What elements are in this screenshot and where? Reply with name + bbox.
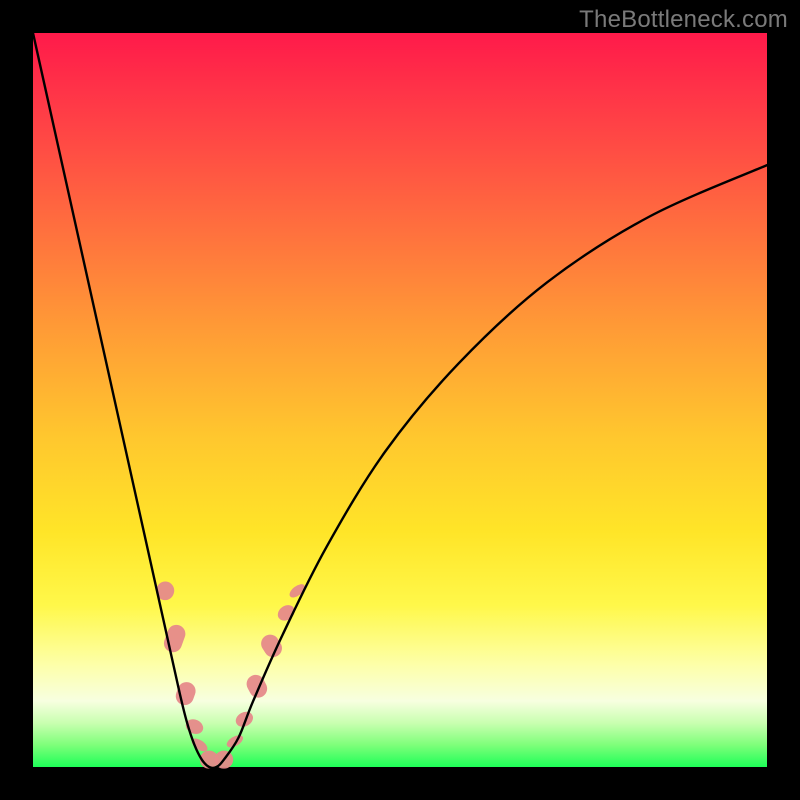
watermark-text: TheBottleneck.com [579,6,788,34]
right-marker-3 [243,672,270,701]
chart-frame: TheBottleneck.com [0,0,800,800]
plot-area [33,33,767,767]
right-marker-1 [225,733,245,750]
chart-svg [33,33,767,767]
bottleneck-curve [33,33,767,768]
